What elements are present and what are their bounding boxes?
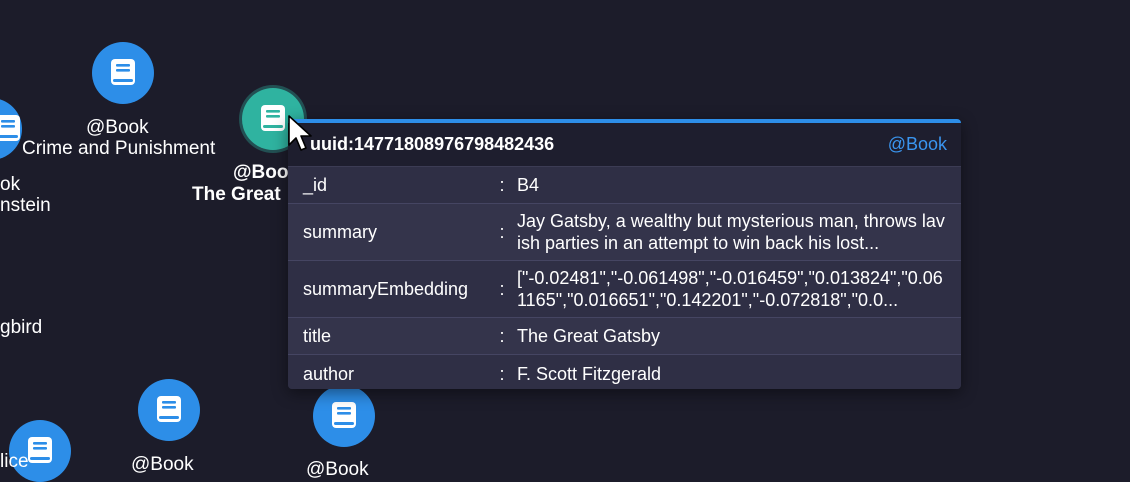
property-separator: : xyxy=(499,363,505,384)
node-title-label: nstein xyxy=(0,195,51,216)
property-separator: : xyxy=(499,221,505,242)
node-title-label: Crime and Punishment xyxy=(22,138,216,159)
book-icon xyxy=(157,396,181,422)
book-icon xyxy=(28,437,52,463)
property-separator: : xyxy=(499,174,505,195)
property-row: summary : Jay Gatsby, a wealthy but myst… xyxy=(288,204,961,261)
node-type-tag[interactable]: @Book xyxy=(888,134,947,155)
property-key: summaryEmbedding xyxy=(303,278,469,299)
node-tag-label: @Boo xyxy=(233,162,289,183)
node-tag-label: @Book xyxy=(306,459,369,480)
property-key: author xyxy=(303,363,355,384)
property-row: title : The Great Gatsby xyxy=(288,318,961,355)
property-value: The Great Gatsby xyxy=(517,326,661,346)
property-key: _id xyxy=(303,174,328,195)
graph-node-book[interactable] xyxy=(0,98,22,160)
node-title-label: The Great xyxy=(192,184,281,205)
node-tag-label: @Book xyxy=(131,454,194,475)
node-title-label: gbird xyxy=(0,317,43,338)
property-value: ["-0.02481","-0.061498","-0.016459","0.0… xyxy=(517,268,943,310)
property-row: _id : B4 xyxy=(288,167,961,204)
property-separator: : xyxy=(499,325,505,346)
node-properties-tooltip: uuid:14771808976798482436 @Book _id : B4… xyxy=(288,119,961,389)
book-icon xyxy=(111,59,135,85)
graph-node-book[interactable] xyxy=(138,379,200,441)
node-tag-label: ok xyxy=(0,174,21,195)
property-row: author : F. Scott Fitzgerald xyxy=(288,355,961,389)
property-list: _id : B4 summary : Jay Gatsby, a wealthy… xyxy=(288,167,961,389)
tooltip-header: uuid:14771808976798482436 @Book xyxy=(288,123,961,167)
node-tag-label: @Book xyxy=(86,117,149,138)
property-value: F. Scott Fitzgerald xyxy=(517,364,662,384)
property-value: Jay Gatsby, a wealthy but mysterious man… xyxy=(517,211,945,253)
property-key: title xyxy=(303,325,332,346)
node-uuid: uuid:14771808976798482436 xyxy=(310,134,555,154)
book-icon xyxy=(332,402,356,428)
property-row: summaryEmbedding : ["-0.02481","-0.06149… xyxy=(288,261,961,318)
property-key: summary xyxy=(303,221,378,242)
graph-node-book[interactable] xyxy=(92,42,154,104)
property-value: B4 xyxy=(517,175,540,195)
mouse-pointer-icon xyxy=(288,115,312,151)
node-title-label: lice xyxy=(0,451,29,472)
book-icon xyxy=(0,115,20,141)
graph-node-book[interactable] xyxy=(313,385,375,447)
property-separator: : xyxy=(499,278,505,299)
book-icon xyxy=(261,105,285,131)
